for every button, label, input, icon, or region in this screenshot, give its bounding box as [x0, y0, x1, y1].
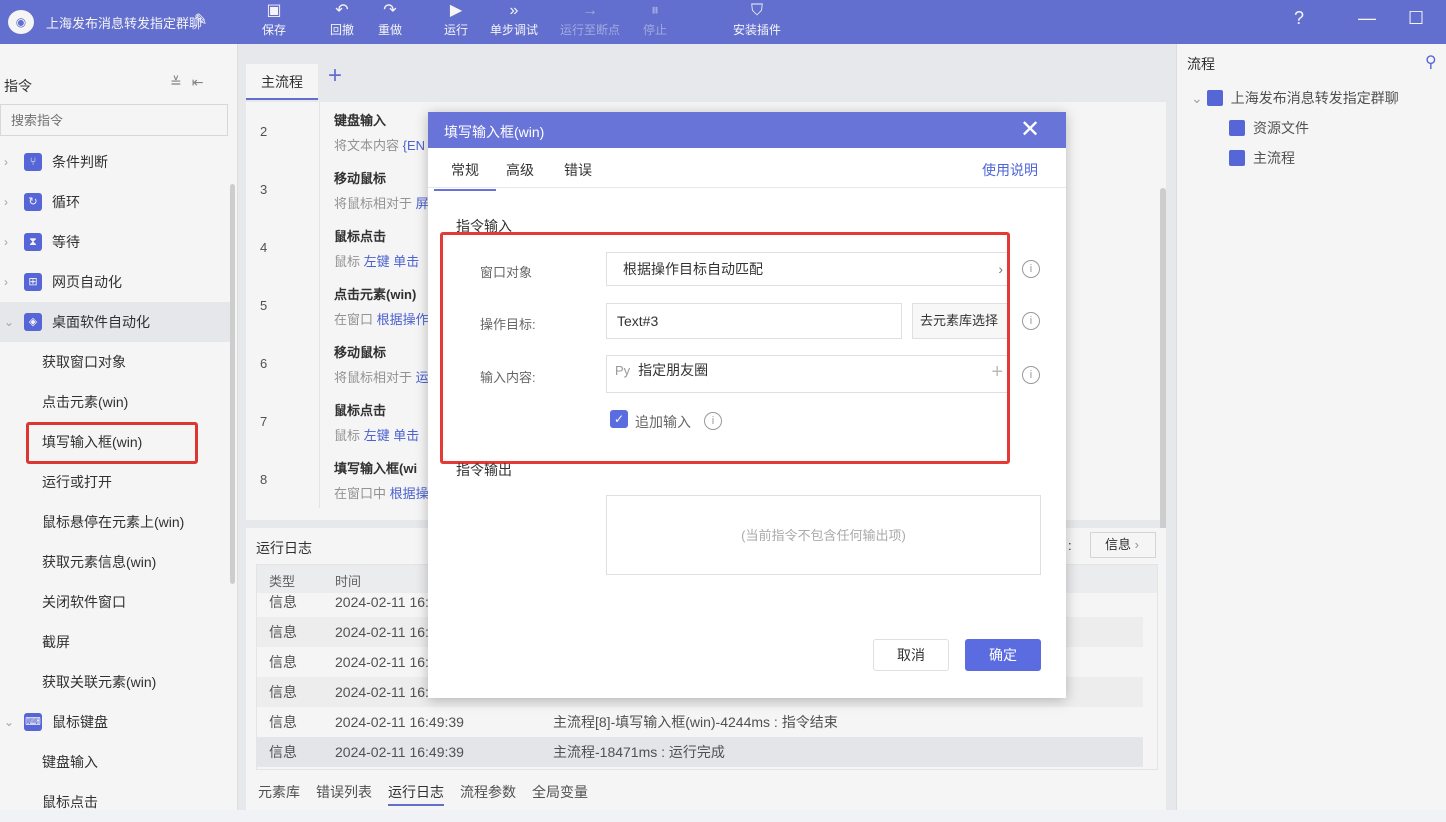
cancel-button[interactable]: 取消 [873, 639, 949, 671]
tab-advanced[interactable]: 高级 [506, 160, 534, 180]
dialog-tabs: 常规 高级 错误 使用说明 [428, 148, 1066, 191]
close-icon[interactable]: ✕ [1020, 115, 1040, 144]
section-output-title: 指令输出 [456, 462, 512, 478]
tab-general[interactable]: 常规 [434, 160, 496, 191]
info-icon[interactable]: i [1022, 312, 1040, 330]
usage-help-link[interactable]: 使用说明 [982, 160, 1038, 180]
info-icon[interactable]: i [1022, 260, 1040, 278]
output-empty-box: (当前指令不包含任何输出项) [606, 495, 1041, 575]
highlight-box [440, 232, 1010, 464]
tab-error[interactable]: 错误 [564, 160, 592, 180]
dialog-header: 填写输入框(win) ✕ [428, 112, 1066, 148]
info-icon[interactable]: i [1022, 366, 1040, 384]
fill-input-dialog: 填写输入框(win) ✕ 常规 高级 错误 使用说明 指令输入 窗口对象 根据操… [428, 112, 1066, 698]
dialog-title: 填写输入框(win) [444, 124, 545, 140]
ok-button[interactable]: 确定 [965, 639, 1041, 671]
